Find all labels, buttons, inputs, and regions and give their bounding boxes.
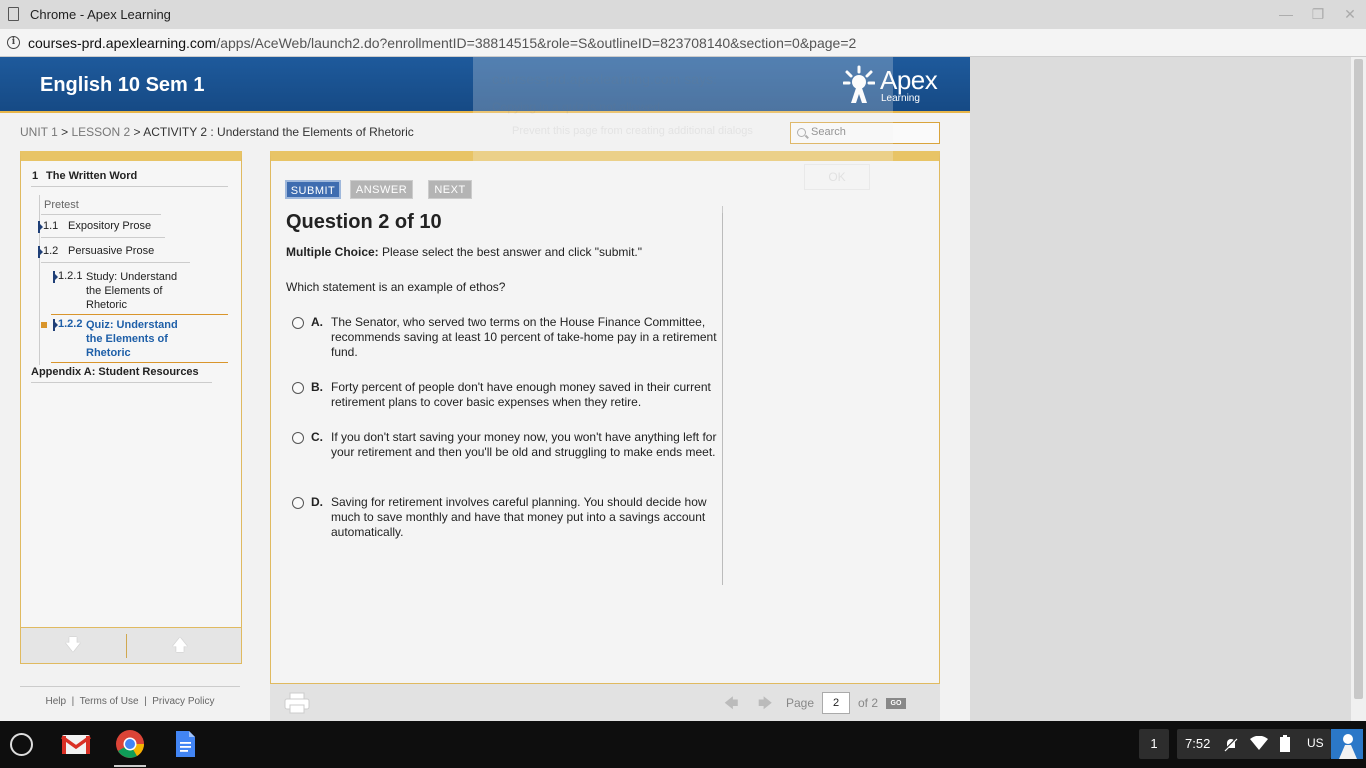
dialog-checkbox-label[interactable]: Prevent this page from creating addition…	[512, 125, 753, 137]
input-language: US	[1307, 736, 1324, 750]
divider	[41, 262, 190, 263]
toc-marker-icon	[53, 271, 58, 283]
clock: 7:52	[1185, 736, 1211, 751]
arrow-down-icon[interactable]: 🡇	[63, 636, 83, 656]
toc-item-number: 1.1	[43, 220, 59, 232]
next-button[interactable]: NEXT	[428, 180, 472, 199]
printer-icon[interactable]	[284, 692, 310, 714]
scrollbar-thumb[interactable]	[1354, 59, 1363, 699]
gmail-icon[interactable]	[61, 729, 91, 759]
question-prompt: Which statement is an example of ethos?	[286, 280, 506, 294]
question-panel: SUBMIT ANSWER NEXT Question 2 of 10 Mult…	[270, 151, 940, 721]
breadcrumb-activity: ACTIVITY 2 : Understand the Elements of …	[143, 125, 414, 139]
arrow-up-icon[interactable]: 🡅	[170, 636, 190, 656]
empty-area	[970, 57, 1351, 721]
question-instruction: Multiple Choice: Please select the best …	[286, 245, 642, 259]
breadcrumb: UNIT 1 > LESSON 2 > ACTIVITY 2 : Underst…	[20, 125, 414, 139]
privacy-link[interactable]: Privacy Policy	[152, 696, 214, 707]
window-title: Chrome - Apex Learning	[30, 7, 171, 22]
close-icon[interactable]: ✕	[1340, 6, 1360, 23]
answer-button[interactable]: ANSWER	[350, 180, 413, 199]
toc-item-number: 1.2.2	[58, 318, 83, 330]
radio-button[interactable]	[292, 432, 304, 444]
divider	[51, 362, 228, 363]
alert-dialog: courses-prd.apexlearning.com says: Copyi…	[473, 57, 893, 213]
breadcrumb-lesson[interactable]: LESSON 2	[72, 125, 131, 139]
restore-icon[interactable]: ❐	[1308, 6, 1328, 23]
toc-appendix[interactable]: Appendix A: Student Resources	[31, 366, 199, 378]
dialog-ok-button[interactable]: OK	[804, 164, 870, 190]
toc-section-title[interactable]: The Written Word	[46, 170, 137, 182]
submit-button[interactable]: SUBMIT	[285, 180, 341, 199]
document-icon	[8, 7, 19, 21]
taskbar: 1 7:52 US	[0, 721, 1366, 768]
dialog-title: courses-prd.apexlearning.com says:	[492, 71, 717, 87]
dialog-message: Copying in a quiz is not allowed.	[492, 100, 664, 114]
course-title: English 10 Sem 1	[40, 74, 205, 96]
toc-item-quiz[interactable]: Quiz: Understand the Elements of Rhetori…	[86, 318, 186, 360]
current-item-bullet-icon	[41, 322, 47, 328]
toc-pretest[interactable]: Pretest	[44, 199, 79, 211]
system-tray[interactable]: 7:52 US	[1177, 729, 1331, 759]
url-text[interactable]: courses-prd.apexlearning.com/apps/AceWeb…	[28, 35, 856, 51]
toc-section-number: 1	[32, 170, 39, 182]
info-icon[interactable]: i	[7, 36, 20, 49]
pager-bar: 🡄 🡆 Page 2 of 2 GO	[270, 683, 940, 721]
divider	[126, 634, 127, 658]
toc-item-number: 1.2	[43, 245, 59, 257]
toc-item-persuasive-prose[interactable]: Persuasive Prose	[68, 245, 154, 257]
toc-item-number: 1.2.1	[58, 270, 83, 282]
next-page-icon[interactable]: 🡆	[758, 693, 772, 717]
window-titlebar: Chrome - Apex Learning — ❐ ✕	[0, 0, 1366, 29]
toc-marker-icon	[38, 221, 43, 233]
address-bar[interactable]: i courses-prd.apexlearning.com/apps/AceW…	[0, 29, 1366, 57]
user-avatar[interactable]	[1331, 729, 1363, 759]
notification-count[interactable]: 1	[1139, 729, 1169, 759]
radio-button[interactable]	[292, 382, 304, 394]
page-number-input[interactable]: 2	[822, 692, 850, 714]
minimize-icon[interactable]: —	[1276, 6, 1296, 22]
chrome-icon[interactable]	[115, 729, 145, 759]
notifications-off-icon	[1224, 737, 1238, 752]
page-count: of 2	[858, 696, 879, 710]
divider	[31, 186, 228, 187]
divider	[31, 382, 212, 383]
help-link[interactable]: Help	[45, 696, 66, 707]
toc-marker-icon	[38, 246, 43, 258]
go-button[interactable]: GO	[886, 698, 906, 709]
active-app-indicator	[114, 765, 146, 767]
terms-link[interactable]: Terms of Use	[80, 696, 139, 707]
divider	[51, 314, 228, 315]
toc-marker-icon	[53, 319, 58, 331]
divider	[722, 206, 723, 585]
divider	[41, 214, 161, 215]
question-title: Question 2 of 10	[286, 211, 442, 233]
toc-item-expository-prose[interactable]: Expository Prose	[68, 220, 151, 232]
table-of-contents: 1 The Written Word Pretest 1.1 Expositor…	[20, 151, 242, 664]
page-label: Page	[786, 696, 815, 710]
divider	[41, 237, 165, 238]
breadcrumb-unit[interactable]: UNIT 1	[20, 125, 58, 139]
radio-button[interactable]	[292, 497, 304, 509]
wifi-icon	[1250, 736, 1268, 750]
toc-item-study[interactable]: Study: Understand the Elements of Rhetor…	[86, 270, 186, 312]
launcher-icon[interactable]	[10, 733, 33, 756]
battery-icon	[1280, 735, 1290, 752]
scrollbar[interactable]	[1351, 57, 1366, 721]
previous-page-icon[interactable]: 🡄	[724, 693, 738, 717]
toc-nav: 🡇 🡅	[20, 627, 242, 664]
docs-icon[interactable]	[170, 729, 200, 759]
footer-links: Help | Terms of Use | Privacy Policy	[20, 686, 240, 709]
radio-button[interactable]	[292, 317, 304, 329]
